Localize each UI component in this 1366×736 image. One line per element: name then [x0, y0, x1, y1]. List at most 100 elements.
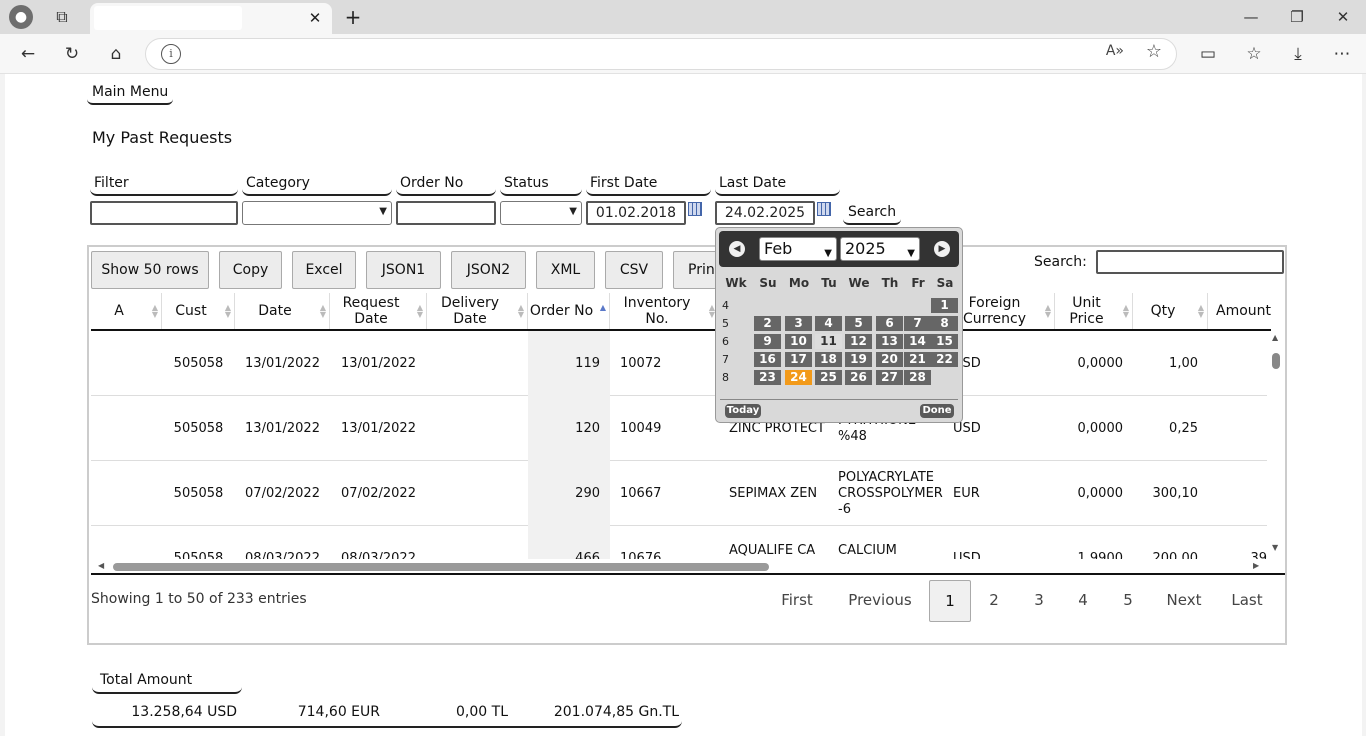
today-button[interactable]: Today: [725, 404, 761, 418]
pagination-next[interactable]: Next: [1161, 580, 1207, 622]
scroll-down-icon[interactable]: ▼: [1272, 543, 1278, 552]
column-header-foreign-currency[interactable]: Foreign Currency ▲ ▼: [949, 293, 1055, 329]
day-cell[interactable]: 17: [785, 352, 812, 367]
calendar-icon[interactable]: [817, 202, 831, 216]
downloads-icon[interactable]: ⤓: [1284, 41, 1312, 67]
maximize-icon[interactable]: ❐: [1282, 4, 1312, 30]
tab-actions-icon[interactable]: ⧉: [51, 6, 73, 28]
minimize-icon[interactable]: —: [1236, 4, 1266, 30]
day-cell[interactable]: 7: [904, 316, 931, 331]
last-date-input[interactable]: 24.02.2025: [715, 201, 815, 225]
tab-close-icon[interactable]: ✕: [304, 7, 326, 29]
vertical-scroll-thumb[interactable]: [1272, 353, 1280, 369]
filter-input[interactable]: [90, 201, 238, 225]
pagination-page-4[interactable]: 4: [1071, 580, 1095, 622]
day-cell[interactable]: 10: [785, 334, 812, 349]
horizontal-scroll-thumb[interactable]: [113, 563, 769, 571]
day-cell[interactable]: 20: [876, 352, 903, 367]
new-tab-icon[interactable]: +: [342, 6, 364, 28]
prev-month-icon[interactable]: ◀: [729, 241, 745, 257]
day-cell[interactable]: 25: [815, 370, 842, 385]
table-row[interactable]: 505058 13/01/2022 13/01/2022 120 10049 Z…: [91, 396, 1267, 461]
profile-icon[interactable]: ●: [9, 5, 33, 29]
home-icon[interactable]: ⌂: [102, 41, 130, 67]
day-cell[interactable]: 8: [931, 316, 958, 331]
column-header-date[interactable]: Date ▲ ▼: [235, 293, 330, 329]
xml-button[interactable]: XML: [536, 251, 595, 289]
search-button[interactable]: Search: [843, 201, 902, 225]
day-cell[interactable]: 6: [876, 316, 903, 331]
day-cell[interactable]: 1: [931, 298, 958, 313]
day-cell[interactable]: 13: [876, 334, 903, 349]
pagination-page-3[interactable]: 3: [1027, 580, 1051, 622]
day-cell[interactable]: 3: [785, 316, 812, 331]
next-month-icon[interactable]: ▶: [934, 241, 950, 257]
day-cell[interactable]: 26: [845, 370, 872, 385]
copy-button[interactable]: Copy: [219, 251, 282, 289]
day-cell[interactable]: 2: [754, 316, 781, 331]
day-cell[interactable]: 15: [931, 334, 958, 349]
day-cell[interactable]: 14: [904, 334, 931, 349]
show-rows-button[interactable]: Show 50 rows: [91, 251, 209, 289]
done-button[interactable]: Done: [920, 404, 954, 418]
table-search-input[interactable]: [1096, 250, 1284, 274]
day-cell[interactable]: 11: [815, 334, 842, 349]
back-arrow-icon[interactable]: ←: [14, 41, 42, 67]
day-cell[interactable]: 4: [815, 316, 842, 331]
scroll-left-icon[interactable]: ◀: [98, 561, 104, 570]
day-cell[interactable]: 21: [904, 352, 931, 367]
day-cell[interactable]: 22: [931, 352, 958, 367]
column-header-request-date[interactable]: Request Date ▲ ▼: [330, 293, 427, 329]
day-cell[interactable]: 27: [876, 370, 903, 385]
csv-button[interactable]: CSV: [605, 251, 663, 289]
read-aloud-icon[interactable]: A»: [1106, 43, 1124, 59]
day-cell[interactable]: 23: [754, 370, 781, 385]
first-date-input[interactable]: 01.02.2018: [586, 201, 686, 225]
site-info-icon[interactable]: i: [161, 44, 181, 64]
day-cell[interactable]: 18: [815, 352, 842, 367]
refresh-icon[interactable]: ↻: [58, 41, 86, 67]
year-select[interactable]: 2025 ▼: [840, 237, 920, 261]
status-select[interactable]: ▼: [500, 201, 582, 225]
pagination-page-1[interactable]: 1: [929, 580, 971, 622]
day-cell[interactable]: 28: [904, 370, 931, 385]
column-header-inventory-no[interactable]: Inventory No. ▲ ▼: [610, 293, 719, 329]
cast-icon[interactable]: ▭: [1194, 41, 1222, 67]
day-cell-selected[interactable]: 24: [785, 370, 812, 385]
main-menu-button[interactable]: Main Menu: [87, 81, 174, 105]
pagination-previous[interactable]: Previous: [843, 580, 917, 622]
column-header-order-no[interactable]: Order No ▲: [528, 293, 610, 329]
column-header-a[interactable]: A ▲ ▼: [91, 293, 162, 329]
pagination-page-2[interactable]: 2: [982, 580, 1006, 622]
day-cell[interactable]: 12: [845, 334, 872, 349]
browser-tab[interactable]: ✕: [90, 3, 332, 34]
order-no-input[interactable]: [396, 201, 496, 225]
table-row[interactable]: 505058 13/01/2022 13/01/2022 119 10072 U…: [91, 331, 1267, 396]
column-header-cust[interactable]: Cust ▲ ▼: [162, 293, 235, 329]
scroll-right-icon[interactable]: ▶: [1253, 561, 1259, 570]
add-favorite-icon[interactable]: ☆: [1146, 41, 1162, 62]
day-cell[interactable]: 19: [845, 352, 872, 367]
more-menu-icon[interactable]: ⋯: [1328, 41, 1356, 67]
excel-button[interactable]: Excel: [292, 251, 356, 289]
table-row[interactable]: 505058 08/03/2022 08/03/2022 466 10676 A…: [91, 526, 1267, 559]
day-cell[interactable]: 5: [845, 316, 872, 331]
month-select[interactable]: Feb ▼: [759, 237, 837, 261]
vertical-scrollbar[interactable]: ▲ ▼: [1269, 331, 1283, 559]
column-header-delivery-date[interactable]: Delivery Date ▲ ▼: [427, 293, 528, 329]
json2-button[interactable]: JSON2: [451, 251, 526, 289]
pagination-first[interactable]: First: [772, 580, 822, 622]
pagination-last[interactable]: Last: [1227, 580, 1267, 622]
table-row[interactable]: 505058 07/02/2022 07/02/2022 290 10667 S…: [91, 461, 1267, 526]
address-bar[interactable]: i A» ☆: [145, 38, 1177, 70]
day-cell[interactable]: 9: [754, 334, 781, 349]
window-close-icon[interactable]: ✕: [1328, 4, 1358, 30]
horizontal-scrollbar[interactable]: ◀ ▶: [91, 559, 1267, 573]
column-header-unit-price[interactable]: Unit Price ▲ ▼: [1055, 293, 1133, 329]
pagination-page-5[interactable]: 5: [1116, 580, 1140, 622]
category-select[interactable]: ▼: [242, 201, 392, 225]
favorites-icon[interactable]: ☆: [1240, 41, 1268, 67]
scroll-up-icon[interactable]: ▲: [1272, 333, 1278, 342]
column-header-qty[interactable]: Qty ▲ ▼: [1133, 293, 1208, 329]
json1-button[interactable]: JSON1: [366, 251, 441, 289]
